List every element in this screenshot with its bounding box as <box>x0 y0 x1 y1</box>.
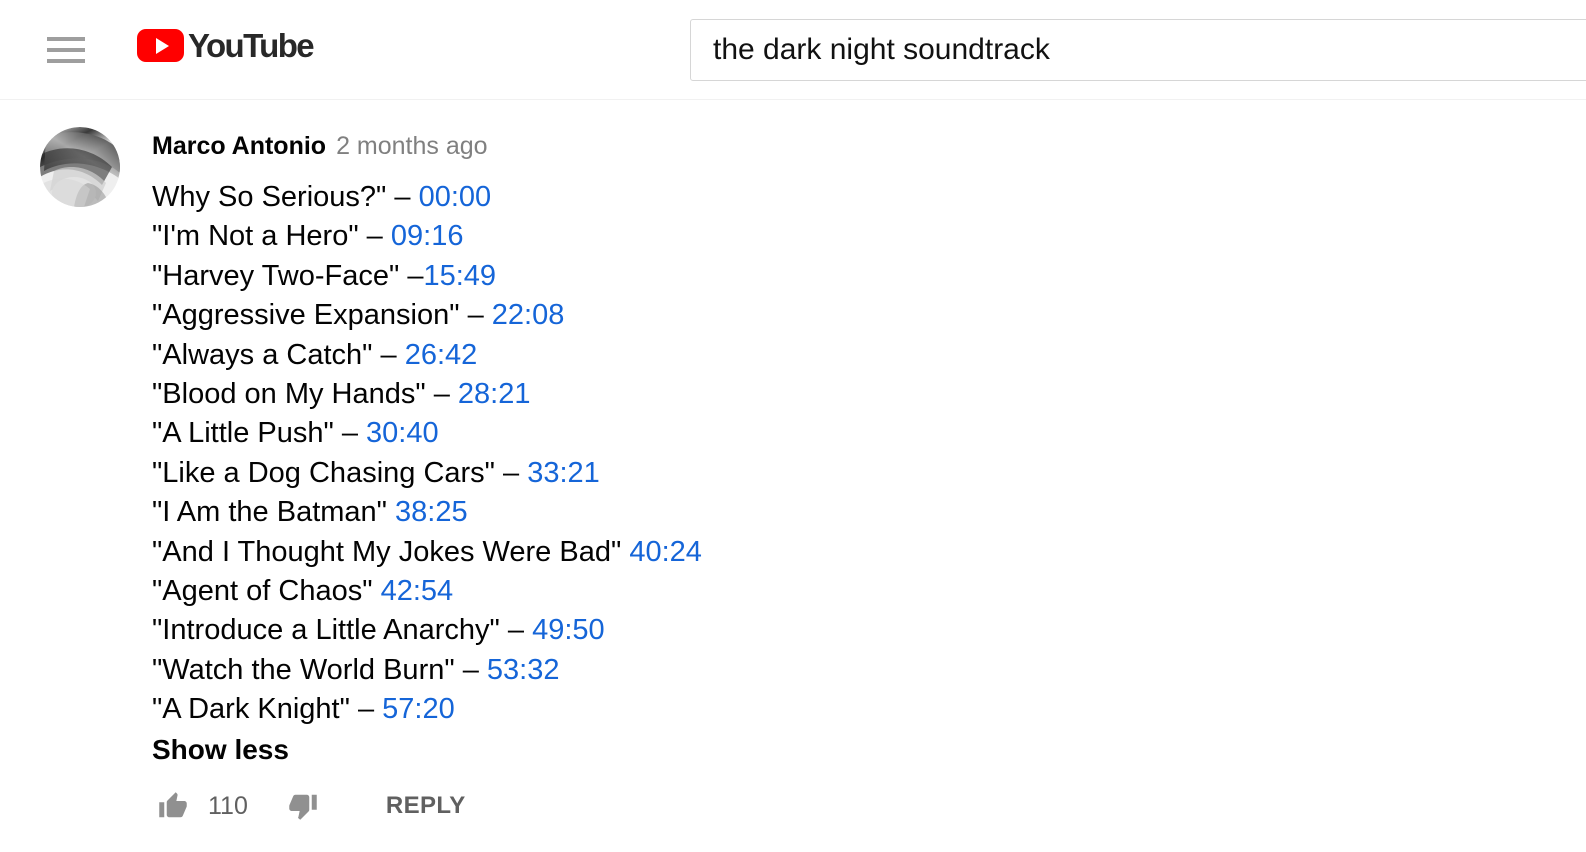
track-title: "A Dark Knight" – <box>152 693 383 726</box>
thumbs-up-icon[interactable] <box>152 785 194 827</box>
comment-line: "Blood on My Hands" – 28:21 <box>152 375 1586 414</box>
comment-line: "Aggressive Expansion" – 22:08 <box>152 296 1586 335</box>
track-title: "I'm Not a Hero" – <box>152 220 391 253</box>
comment-line: "Like a Dog Chasing Cars" – 33:21 <box>152 454 1586 493</box>
comment-line: Why So Serious?" – 00:00 <box>152 178 1586 217</box>
timestamp-link[interactable]: 40:24 <box>629 536 702 568</box>
track-title: "Harvey Two-Face" – <box>152 259 424 292</box>
comment-line: "I Am the Batman" 38:25 <box>152 493 1586 532</box>
comment-line: "Harvey Two-Face" –15:49 <box>152 257 1586 296</box>
timestamp-link[interactable]: 00:00 <box>419 181 492 213</box>
comment-line: "A Little Push" – 30:40 <box>152 414 1586 453</box>
comment-line: "Always a Catch" – 26:42 <box>152 336 1586 375</box>
timestamp-link[interactable]: 53:32 <box>487 654 560 686</box>
comment-author[interactable]: Marco Antonio <box>152 132 326 160</box>
track-title: "And I Thought My Jokes Were Bad" <box>152 535 630 568</box>
timestamp-link[interactable]: 22:08 <box>492 299 565 331</box>
hamburger-bar <box>47 59 85 63</box>
comment-line: "Introduce a Little Anarchy" – 49:50 <box>152 611 1586 650</box>
hamburger-bar <box>47 48 85 52</box>
timestamp-link[interactable]: 57:20 <box>382 693 455 725</box>
track-title: "Aggressive Expansion" – <box>152 299 492 332</box>
track-title: "I Am the Batman" <box>152 496 396 529</box>
timestamp-link[interactable]: 09:16 <box>391 220 464 252</box>
timestamp-link[interactable]: 38:25 <box>395 496 468 528</box>
comment-item: Marco Antonio 2 months ago Why So Seriou… <box>0 127 1586 827</box>
comment-line: "And I Thought My Jokes Were Bad" 40:24 <box>152 533 1586 572</box>
comment-content: Why So Serious?" – 00:00 "I'm Not a Hero… <box>152 178 1586 769</box>
comment-line: "I'm Not a Hero" – 09:16 <box>152 217 1586 256</box>
track-title: "Watch the World Burn" – <box>152 653 487 686</box>
comment-expander-row: Show less <box>152 730 1586 769</box>
youtube-logo-text: YouTube <box>188 27 315 64</box>
avatar[interactable] <box>40 127 120 207</box>
track-title: "Agent of Chaos" <box>152 575 381 608</box>
track-title: "Like a Dog Chasing Cars" – <box>152 456 528 489</box>
comment-line: "A Dark Knight" – 57:20 <box>152 690 1586 729</box>
hamburger-menu-icon[interactable] <box>42 31 88 69</box>
show-less-button[interactable]: Show less <box>152 730 289 769</box>
thumbs-down-icon[interactable] <box>282 785 324 827</box>
timestamp-link[interactable]: 33:21 <box>527 457 600 489</box>
timestamp-link[interactable]: 30:40 <box>366 417 439 449</box>
search-box[interactable] <box>690 19 1586 81</box>
reply-button[interactable]: REPLY <box>386 792 466 820</box>
youtube-play-icon <box>137 29 184 62</box>
comment-header: Marco Antonio 2 months ago <box>152 132 1586 168</box>
comment-line: "Agent of Chaos" 42:54 <box>152 572 1586 611</box>
track-title: "Always a Catch" – <box>152 338 405 371</box>
masthead: YouTube <box>0 0 1586 100</box>
like-count: 110 <box>208 791 248 820</box>
track-title: "A Little Push" – <box>152 417 367 450</box>
timestamp-link[interactable]: 15:49 <box>423 260 496 292</box>
comment-thread: Marco Antonio 2 months ago Why So Seriou… <box>0 100 1586 827</box>
timestamp-link[interactable]: 49:50 <box>532 614 605 646</box>
timestamp-link[interactable]: 28:21 <box>458 378 531 410</box>
comment-body: Marco Antonio 2 months ago Why So Seriou… <box>152 127 1586 827</box>
comment-action-row: 110 REPLY <box>152 785 1586 827</box>
track-title: "Introduce a Little Anarchy" – <box>152 614 533 647</box>
track-title: "Blood on My Hands" – <box>152 378 458 411</box>
search-input[interactable] <box>690 19 1586 81</box>
play-triangle <box>155 37 169 54</box>
timestamp-link[interactable]: 42:54 <box>381 575 454 607</box>
track-title: Why So Serious?" – <box>152 181 419 213</box>
youtube-logo[interactable]: YouTube <box>137 27 315 64</box>
timestamp-link[interactable]: 26:42 <box>405 339 478 371</box>
comment-line: "Watch the World Burn" – 53:32 <box>152 651 1586 690</box>
comment-timestamp[interactable]: 2 months ago <box>336 132 488 160</box>
hamburger-bar <box>47 37 85 41</box>
